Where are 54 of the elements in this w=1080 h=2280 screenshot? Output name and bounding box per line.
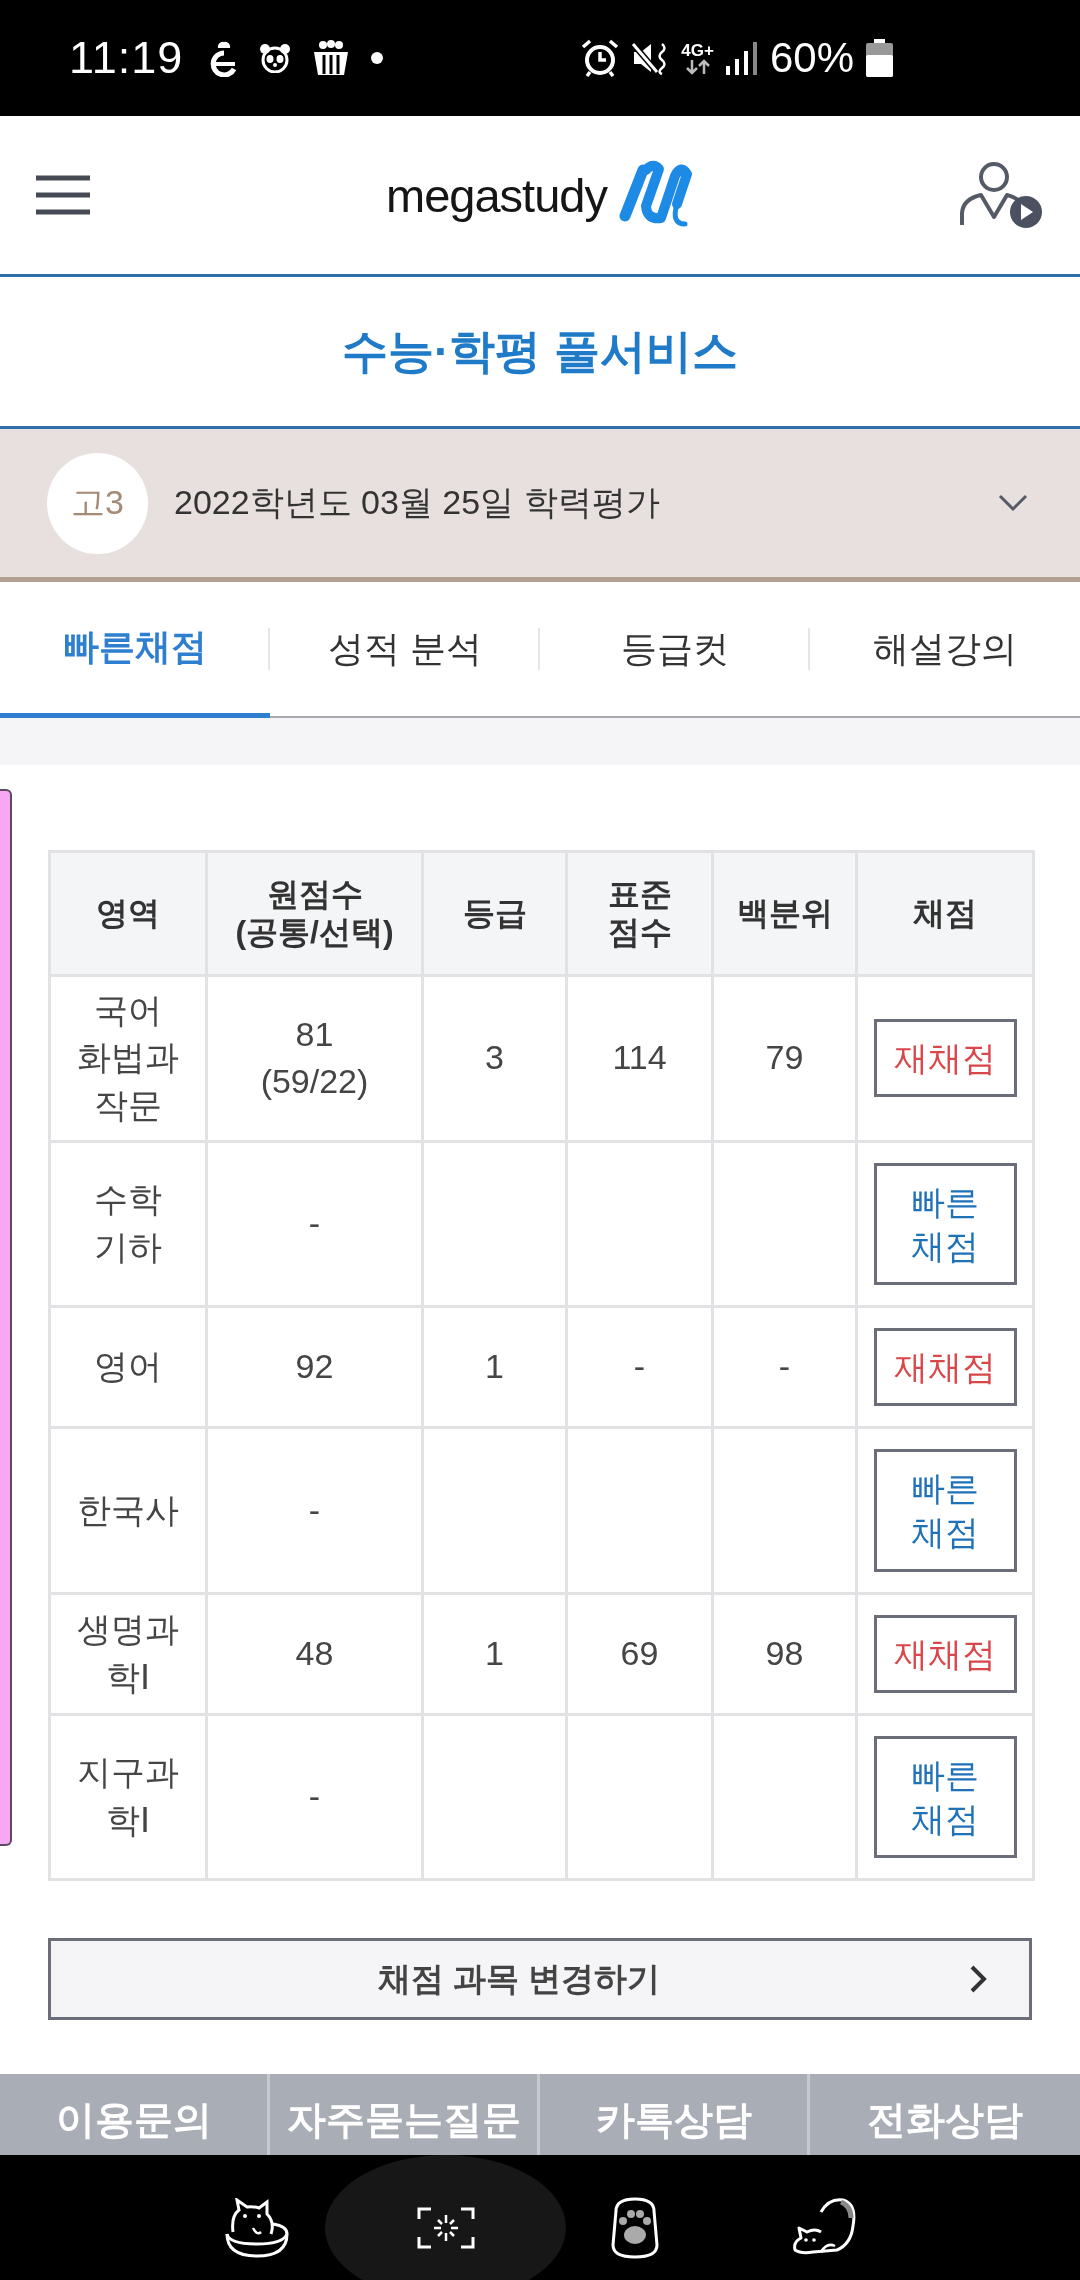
table-cell: 1 [422,1593,567,1715]
column-header: 영역 [49,851,207,976]
column-header: 등급 [422,851,567,976]
column-header: 채점 [856,851,1034,976]
column-header: 백분위 [712,851,857,976]
table-cell: 79 [712,975,857,1142]
table-cell: - [206,1714,423,1880]
table-cell: 영어 [49,1306,207,1428]
exam-selector-label[interactable]: 2022학년도 03월 25일 학력평가 [174,480,660,526]
signal-icon [725,41,758,75]
edge-panel-handle[interactable] [0,789,12,1846]
column-header: 표준 점수 [566,851,713,976]
table-cell: 생명과학Ⅰ [49,1593,207,1715]
table-cell: - [206,1427,423,1593]
table-cell: 48 [206,1593,423,1715]
quick-grade-button[interactable]: 빠른 채점 [873,1735,1017,1859]
quick-grade-button[interactable]: 빠른 채점 [873,1449,1017,1572]
logo-text[interactable]: megastudy [386,167,607,223]
scan-frame-icon[interactable] [416,2206,475,2249]
alarm-icon [581,39,620,77]
regrade-button[interactable]: 재채점 [873,1019,1017,1098]
table-cell: 지구과학Ⅰ [49,1714,207,1880]
regrade-button[interactable]: 재채점 [873,1614,1017,1693]
menu-icon[interactable] [36,175,90,215]
quick-grade-button[interactable]: 빠른 채점 [873,1162,1017,1285]
page-title: 수능·학평 풀서비스 [341,323,739,379]
table-cell: 81 (59/22) [206,975,423,1142]
table-cell: 3 [422,975,567,1142]
table-cell: - [206,1141,423,1307]
dot-icon [371,52,384,64]
paw-icon[interactable] [609,2196,660,2259]
data-arrows-icon [684,58,711,75]
battery-percent: 60% [769,34,854,82]
network-label: 4G+ [681,41,714,59]
status-time: 11:19 [69,32,184,84]
column-header: 원점수 (공통/선택) [206,851,423,976]
regrade-button[interactable]: 재채점 [873,1327,1017,1407]
battery-icon [866,39,893,77]
table-cell: 수학 기하 [49,1141,207,1307]
table-cell: 114 [566,975,713,1142]
panda-icon [259,43,292,73]
table-cell: 69 [566,1593,713,1715]
grade-badge: 고3 [47,452,148,554]
table-cell: - [712,1306,857,1428]
table-cell: - [566,1306,713,1428]
user-play-icon[interactable] [959,161,1043,229]
chevron-down-icon[interactable] [998,494,1028,512]
table-cell: 92 [206,1306,423,1428]
table-cell: 한국사 [49,1427,207,1593]
chevron-right-icon [969,1964,987,1995]
table-cell: 국어 화법과작문 [49,975,207,1142]
table-cell: 1 [422,1306,567,1428]
table-cell: 98 [712,1593,857,1715]
change-subjects-button[interactable]: 채점 과목 변경하기 [48,1938,1032,2021]
